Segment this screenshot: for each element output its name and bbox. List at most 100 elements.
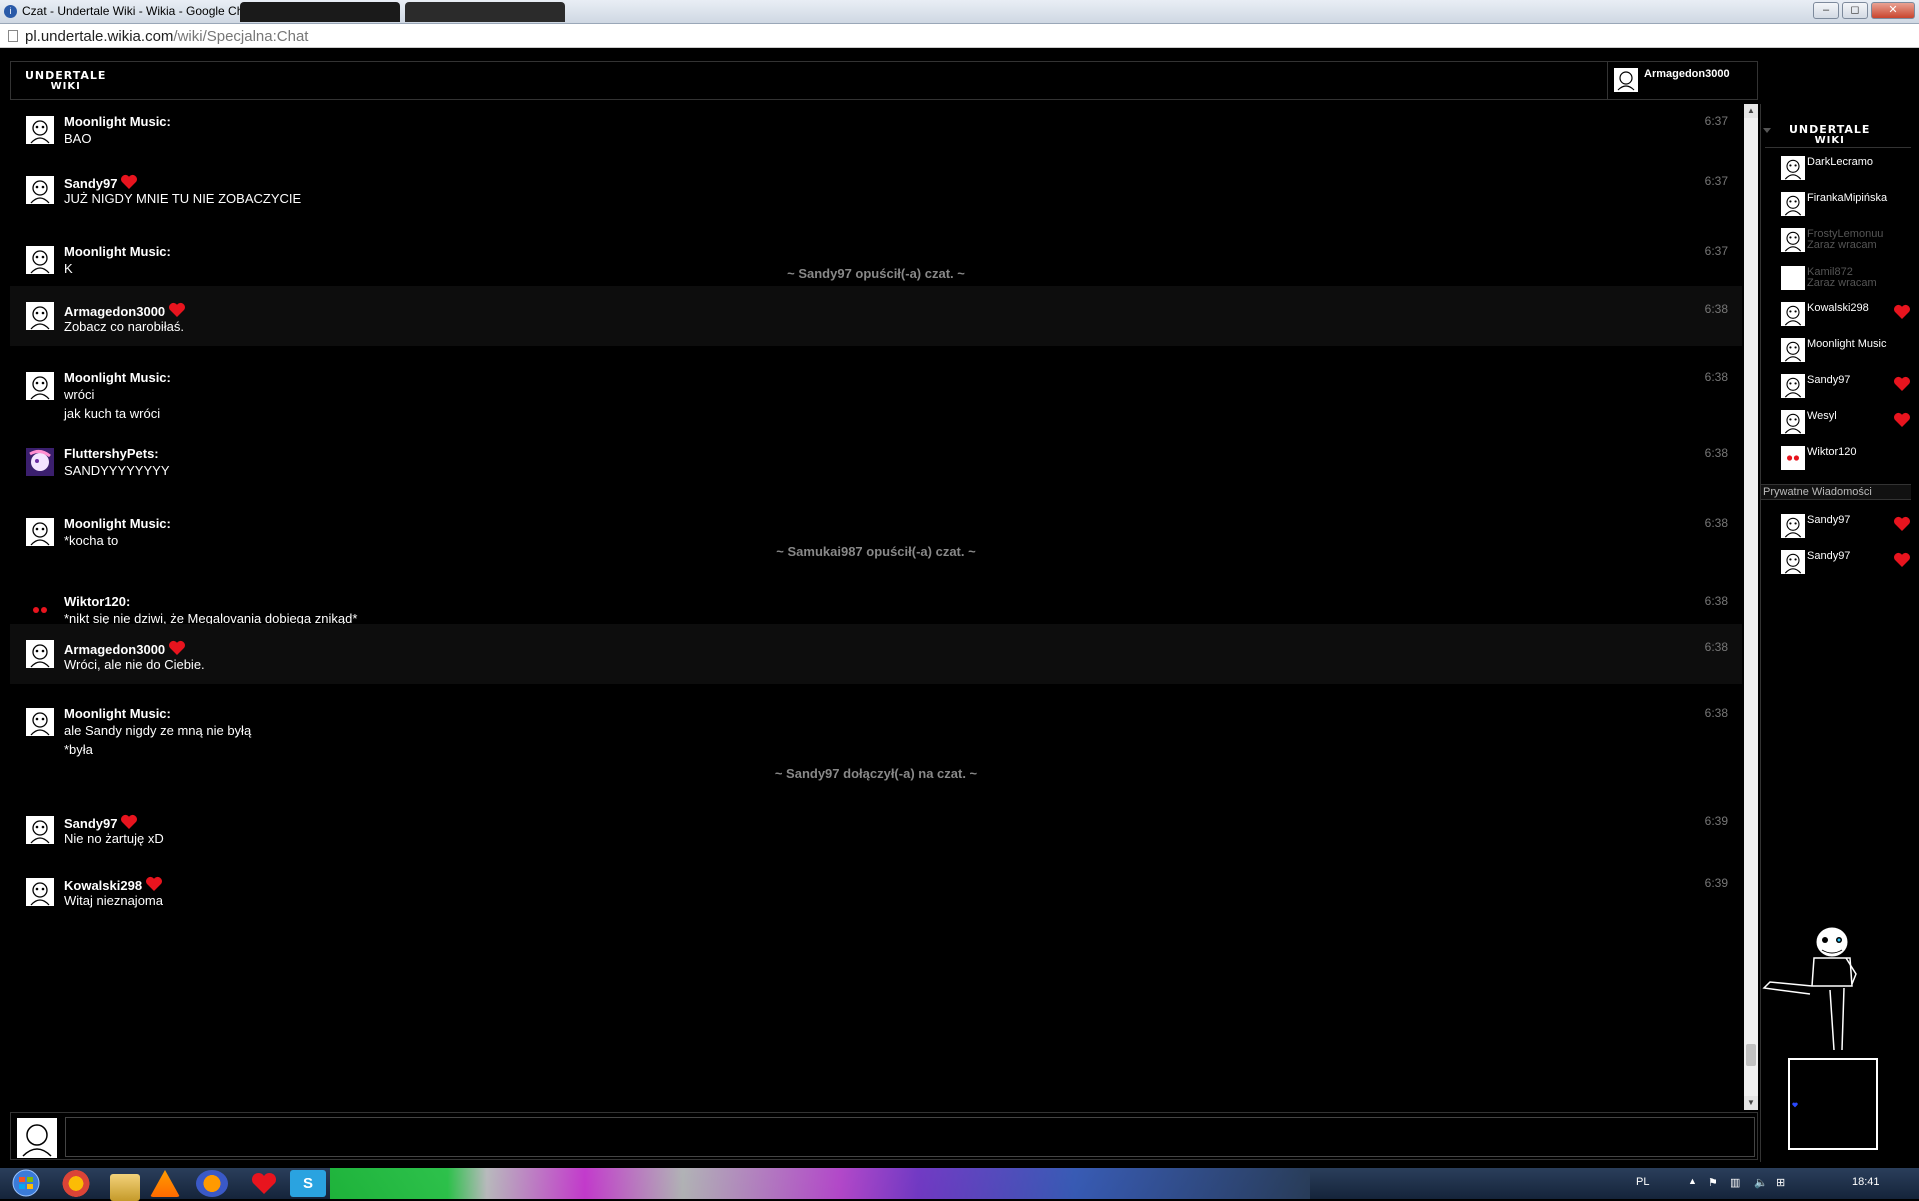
chat-event: ~ Sandy97 opuścił(-a) czat. ~ — [787, 266, 965, 281]
message-line: Witaj nieznajoma — [64, 893, 163, 908]
scroll-up-arrow-icon[interactable]: ▲ — [1744, 104, 1758, 118]
private-messages-header: Prywatne Wiadomości — [1761, 484, 1911, 500]
minimize-button[interactable]: – — [1813, 2, 1839, 19]
current-user[interactable]: Armagedon3000 — [1607, 62, 1757, 99]
avatar-icon — [26, 708, 54, 736]
message-input[interactable] — [65, 1117, 1755, 1157]
close-button[interactable]: ✕ — [1871, 2, 1915, 19]
tray-volume-icon[interactable]: 🔈 — [1754, 1176, 1768, 1189]
rail-user[interactable]: Kowalski298 — [1781, 300, 1911, 334]
taskbar-wallpaper-strip — [330, 1168, 1310, 1199]
vlc-taskbar-icon[interactable] — [150, 1170, 180, 1197]
tray-arrow-icon[interactable]: ▲ — [1688, 1176, 1697, 1186]
heart-icon — [1894, 516, 1910, 531]
rail-user-name: Wiktor120 — [1807, 446, 1857, 458]
message-username[interactable]: Moonlight Music: — [64, 370, 171, 385]
avatar-icon — [1781, 338, 1805, 362]
rail-user[interactable]: FrostyLemonuu Zaraz wracam — [1781, 226, 1911, 260]
chat-message: FluttershyPets: SANDYYYYYYYY 6:38 — [10, 436, 1742, 495]
chat-message: Sandy97 JUŻ NIGDY MNIE TU NIE ZOBACZYCIE 6… — [10, 164, 1742, 223]
message-line: jak kuch ta wróci — [64, 406, 161, 421]
rail-user[interactable]: Wiktor120 — [1781, 444, 1911, 478]
language-indicator[interactable]: PL — [1636, 1176, 1649, 1188]
rail-user-status: Zaraz wracam — [1807, 277, 1877, 289]
tray-flag-icon[interactable]: ⚑ — [1708, 1176, 1718, 1189]
start-button-icon[interactable] — [2, 1168, 48, 1199]
message-text: Wróci, ale nie do Ciebie. — [64, 655, 205, 674]
avatar-icon — [26, 518, 54, 546]
browser-tab[interactable] — [405, 2, 565, 22]
skype-taskbar-icon[interactable]: S — [290, 1170, 326, 1197]
chat-event: ~ Samukai987 opuścił(-a) czat. ~ — [776, 544, 976, 559]
avatar-icon — [26, 116, 54, 144]
message-time: 6:38 — [1704, 370, 1728, 384]
undertale-wiki-logo[interactable]: UNDERTALE WIKI — [25, 70, 106, 92]
browser-tab-active[interactable] — [240, 2, 400, 22]
message-line: Nie no żartuję xD — [64, 831, 164, 846]
message-time: 6:39 — [1704, 876, 1728, 890]
tray-windows-icon[interactable]: ⊞ — [1776, 1176, 1785, 1189]
private-message-user[interactable]: Sandy97 — [1781, 512, 1911, 546]
message-line: BAO — [64, 131, 92, 146]
chat-message: Sandy97 Nie no żartuję xD 6:39 — [10, 804, 1742, 863]
avatar-icon — [26, 596, 54, 624]
rail-user[interactable]: Sandy97 — [1781, 372, 1911, 406]
rail-user[interactable]: Wesyl — [1781, 408, 1911, 442]
chrome-taskbar-icon[interactable] — [56, 1170, 96, 1197]
avatar-icon — [26, 448, 54, 476]
maximize-button[interactable]: ◻ — [1842, 2, 1868, 19]
rail-user[interactable]: Kamil872 Zaraz wracam — [1781, 264, 1911, 298]
message-list[interactable]: Moonlight Music: BAO 6:37 Sandy97 JUŻ NIGDY … — [10, 104, 1742, 1110]
avatar-icon — [1781, 156, 1805, 180]
rail-user[interactable]: Moonlight Music — [1781, 336, 1911, 370]
heart-taskbar-icon[interactable] — [248, 1170, 280, 1197]
message-time: 6:37 — [1704, 174, 1728, 188]
chat-message: Armagedon3000 Zobacz co narobiłaś. 6:38 — [10, 286, 1742, 346]
heart-icon — [121, 174, 138, 189]
pm-user-name: Sandy97 — [1807, 514, 1851, 526]
avatar-icon — [1781, 302, 1805, 326]
message-text: Zobacz co narobiłaś. — [64, 317, 184, 336]
firefox-taskbar-icon[interactable] — [196, 1170, 228, 1197]
chat-message: Kowalski298 Witaj nieznajoma 6:39 — [10, 866, 1742, 925]
scroll-down-arrow-icon[interactable]: ▼ — [1744, 1096, 1758, 1110]
message-line: Zobacz co narobiłaś. — [64, 319, 184, 334]
soul-heart-icon — [1792, 1102, 1798, 1108]
message-scrollbar[interactable]: ▲ ▼ — [1744, 104, 1758, 1110]
message-time: 6:38 — [1704, 446, 1728, 460]
chat-event: ~ Sandy97 dołączył(-a) na czat. ~ — [774, 766, 978, 781]
message-username[interactable]: Moonlight Music: — [64, 706, 171, 721]
message-time: 6:38 — [1704, 594, 1728, 608]
message-username[interactable]: Moonlight Music: — [64, 114, 171, 129]
heart-icon — [169, 302, 186, 317]
collapse-caret-icon[interactable] — [1763, 128, 1771, 133]
explorer-taskbar-icon[interactable] — [110, 1174, 140, 1201]
message-line: *była — [64, 742, 93, 757]
chat-message: Armagedon3000 Wróci, ale nie do Ciebie. 6:… — [10, 624, 1742, 684]
scroll-thumb[interactable] — [1746, 1044, 1756, 1066]
avatar-icon — [26, 302, 54, 330]
chat-message: Moonlight Music: BAO 6:37 — [10, 104, 1742, 163]
clock[interactable]: 18:41 — [1852, 1176, 1880, 1188]
message-username[interactable]: Moonlight Music: — [64, 516, 171, 531]
rail-user-name: Kowalski298 — [1807, 302, 1869, 314]
message-time: 6:37 — [1704, 244, 1728, 258]
message-username[interactable]: Moonlight Music: — [64, 244, 171, 259]
private-message-user[interactable]: Sandy97 — [1781, 548, 1911, 582]
rail-user[interactable]: FirankaMipińska — [1781, 190, 1911, 224]
message-username[interactable]: FluttershyPets: — [64, 446, 159, 461]
chrome-window-icon: i — [4, 5, 17, 18]
message-text: Nie no żartuję xD — [64, 829, 164, 848]
message-username[interactable]: Wiktor120: — [64, 594, 130, 609]
url-text[interactable]: pl.undertale.wikia.com/wiki/Specjalna:Ch… — [25, 28, 308, 45]
tray-network-icon[interactable]: ▥ — [1730, 1176, 1740, 1189]
address-bar[interactable]: pl.undertale.wikia.com/wiki/Specjalna:Ch… — [0, 24, 1919, 48]
rail-wiki-header[interactable]: UNDERTALE WIKI — [1763, 112, 1911, 148]
message-text: Witaj nieznajoma — [64, 891, 163, 910]
rail-user[interactable]: DarkLecramo — [1781, 154, 1911, 188]
avatar-icon — [1781, 192, 1805, 216]
heart-icon — [1894, 304, 1910, 319]
message-input-bar — [10, 1112, 1758, 1160]
rail-user-name: Sandy97 — [1807, 374, 1851, 386]
message-line: JUŻ NIGDY MNIE TU NIE ZOBACZYCIE — [64, 191, 302, 206]
